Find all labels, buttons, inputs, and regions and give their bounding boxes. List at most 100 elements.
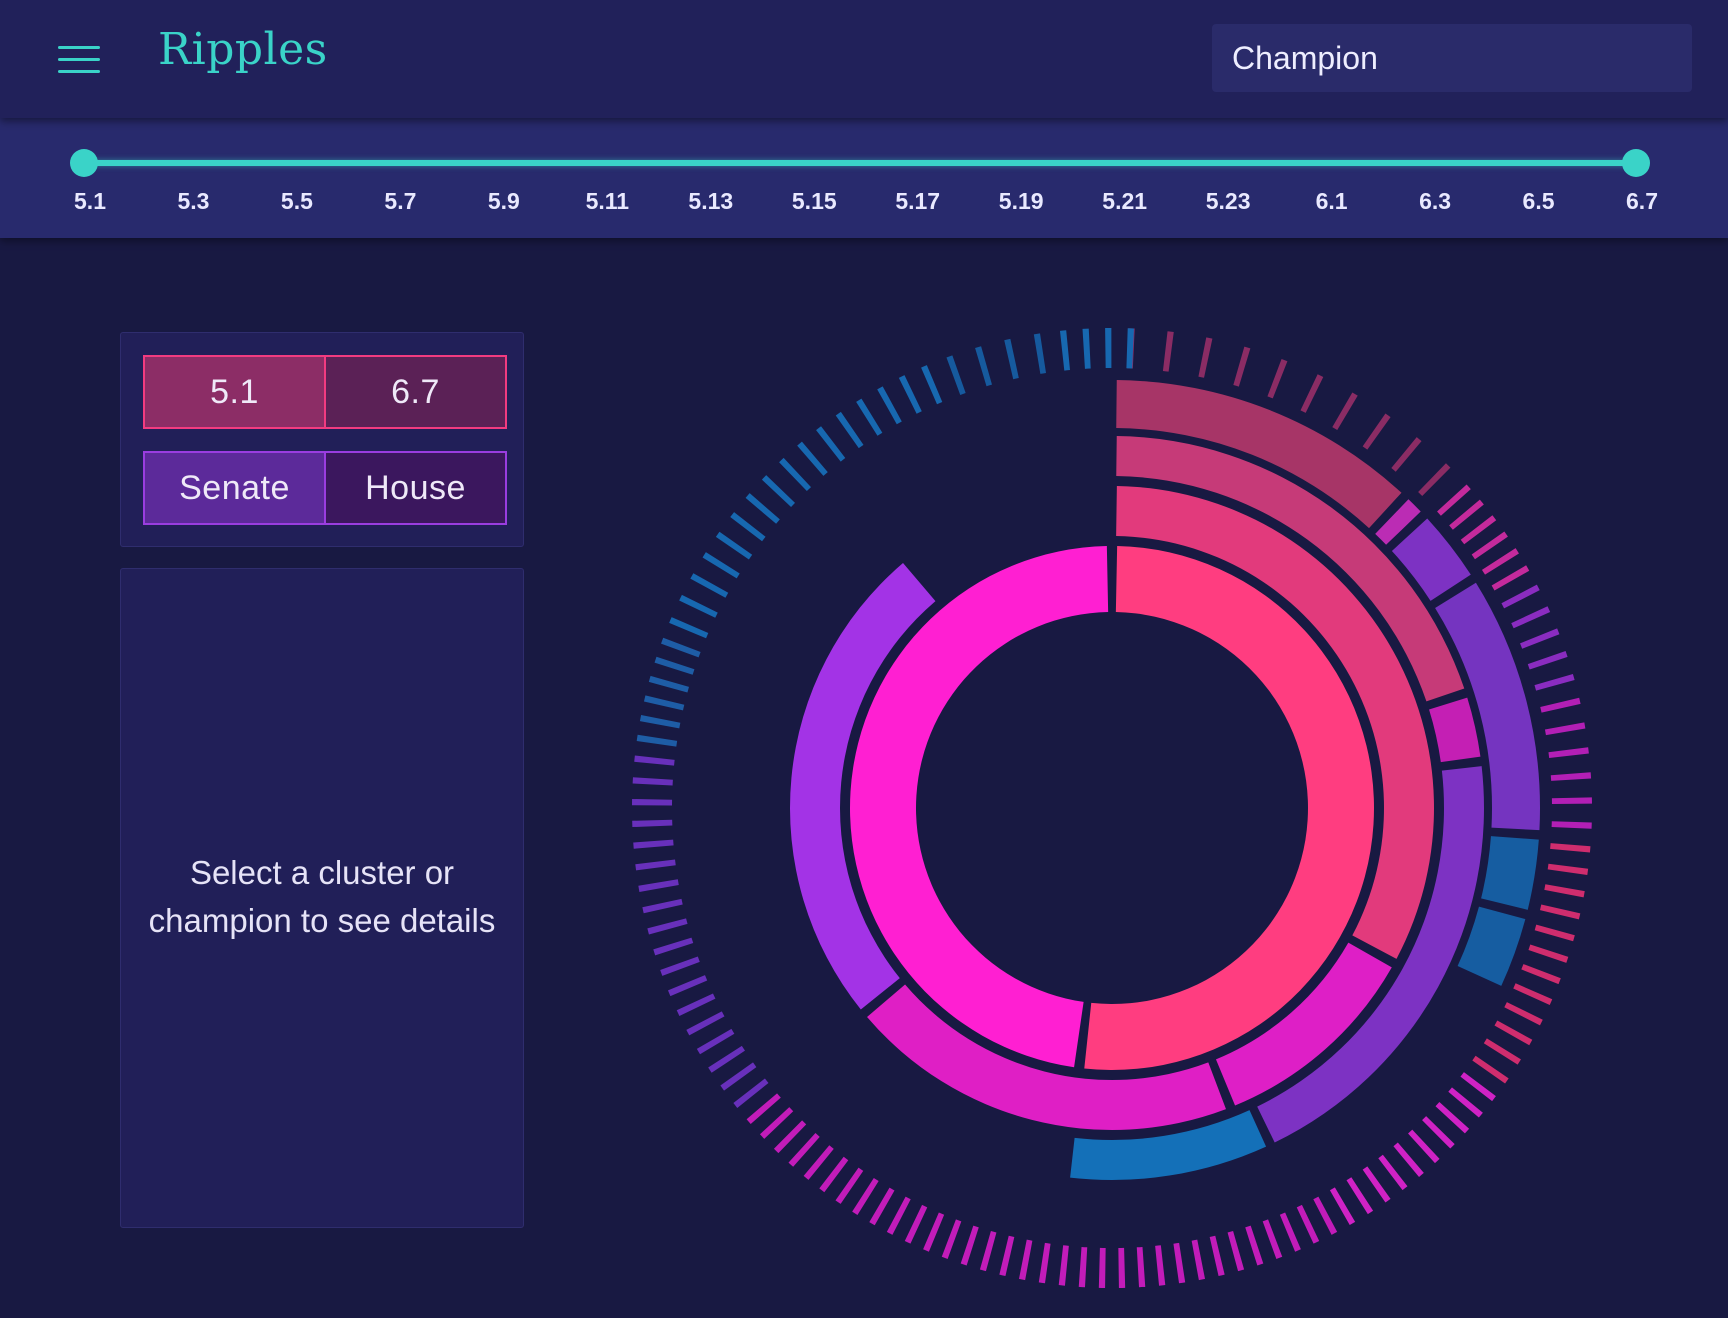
champion-bar[interactable] — [1550, 843, 1591, 853]
slider-track[interactable] — [84, 160, 1636, 166]
champion-bar[interactable] — [1391, 437, 1422, 472]
champion-bar[interactable] — [1437, 484, 1471, 516]
champion-bar[interactable] — [946, 355, 966, 395]
champion-bar[interactable] — [1435, 1101, 1470, 1134]
champion-bar[interactable] — [1173, 1242, 1186, 1284]
champion-bar[interactable] — [1313, 1196, 1338, 1235]
cluster-arc-level-4[interactable] — [1481, 836, 1539, 910]
champion-bar[interactable] — [852, 1177, 879, 1215]
champion-bar[interactable] — [835, 411, 864, 449]
champion-bar[interactable] — [690, 573, 729, 598]
champion-bar[interactable] — [1511, 606, 1551, 629]
champion-bar[interactable] — [1471, 531, 1508, 560]
champion-bar[interactable] — [1449, 499, 1484, 530]
champion-bar[interactable] — [654, 656, 695, 675]
champion-bar[interactable] — [643, 695, 685, 711]
champion-bar[interactable] — [877, 386, 902, 425]
champion-bar[interactable] — [661, 637, 701, 658]
champion-bar[interactable] — [1408, 1129, 1440, 1164]
champion-search-input[interactable] — [1212, 24, 1692, 92]
champion-bar[interactable] — [660, 956, 700, 976]
champion-bar[interactable] — [1539, 904, 1581, 920]
champion-bar[interactable] — [1082, 328, 1091, 369]
champion-bar[interactable] — [633, 839, 674, 849]
cluster-arc-level-4[interactable] — [1457, 906, 1526, 986]
champion-bar[interactable] — [648, 675, 689, 693]
champion-bar[interactable] — [1544, 722, 1586, 736]
champion-bar[interactable] — [1162, 331, 1174, 372]
champion-bar[interactable] — [797, 441, 828, 476]
champion-bar[interactable] — [730, 512, 766, 542]
champion-bar[interactable] — [632, 819, 673, 828]
champion-bar[interactable] — [1058, 1245, 1069, 1286]
champion-bar[interactable] — [819, 1156, 849, 1193]
champion-bar[interactable] — [773, 1120, 807, 1154]
champion-bar[interactable] — [1548, 747, 1589, 758]
champion-bar[interactable] — [696, 1028, 735, 1055]
champion-bar[interactable] — [1233, 346, 1251, 387]
champion-bar[interactable] — [702, 552, 740, 579]
champion-bar[interactable] — [746, 1093, 781, 1125]
champion-bar[interactable] — [886, 1196, 911, 1235]
champion-bar[interactable] — [803, 1145, 834, 1180]
champion-bar[interactable] — [1521, 964, 1561, 985]
champion-bar[interactable] — [1460, 1072, 1496, 1102]
champion-bar[interactable] — [1551, 797, 1592, 804]
champion-bar[interactable] — [1033, 333, 1047, 374]
champion-bar[interactable] — [639, 714, 681, 729]
champion-bar[interactable] — [1491, 565, 1530, 591]
champion-bar[interactable] — [1300, 374, 1324, 413]
champion-bar[interactable] — [1422, 1116, 1455, 1149]
champion-bar[interactable] — [1460, 515, 1497, 545]
champion-bar[interactable] — [1098, 1247, 1106, 1288]
champion-bar[interactable] — [1296, 1204, 1320, 1244]
champion-bar[interactable] — [1472, 1055, 1509, 1084]
champion-bar[interactable] — [1118, 1247, 1126, 1288]
champion-bar[interactable] — [1527, 650, 1568, 670]
champion-bar[interactable] — [1528, 944, 1569, 963]
champion-bar[interactable] — [1191, 1239, 1206, 1281]
champion-bar[interactable] — [1540, 697, 1581, 713]
champion-bar[interactable] — [1262, 1219, 1283, 1259]
champion-bar[interactable] — [647, 918, 688, 935]
champion-bar[interactable] — [921, 365, 943, 405]
champion-bar[interactable] — [759, 1107, 794, 1139]
champion-bar[interactable] — [1362, 413, 1391, 450]
champion-bar[interactable] — [632, 799, 673, 806]
slider-start-handle[interactable] — [70, 149, 98, 177]
champion-bar[interactable] — [1378, 1154, 1408, 1191]
champion-bar[interactable] — [1329, 1187, 1356, 1225]
champion-bar[interactable] — [642, 898, 683, 914]
champion-bar[interactable] — [635, 859, 676, 871]
champion-bar[interactable] — [1501, 584, 1540, 609]
champion-bar[interactable] — [1332, 392, 1358, 431]
champion-bar[interactable] — [779, 457, 812, 492]
champion-bar[interactable] — [1155, 1245, 1166, 1286]
champion-bar[interactable] — [1481, 548, 1519, 575]
champion-bar[interactable] — [1245, 1225, 1264, 1266]
champion-bar[interactable] — [708, 1045, 745, 1073]
champion-bar[interactable] — [653, 937, 694, 956]
champion-bar[interactable] — [638, 879, 679, 892]
champion-bar[interactable] — [923, 1212, 945, 1252]
champion-bar[interactable] — [715, 531, 753, 560]
champion-bar[interactable] — [1004, 338, 1019, 380]
champion-bar[interactable] — [1078, 1246, 1088, 1288]
champion-bar[interactable] — [941, 1219, 962, 1259]
champion-bar[interactable] — [1279, 1212, 1301, 1252]
champion-bar[interactable] — [1209, 1235, 1225, 1277]
champion-bar[interactable] — [1418, 463, 1451, 496]
champion-bar[interactable] — [1346, 1177, 1374, 1215]
champion-bar[interactable] — [869, 1187, 895, 1226]
champion-bar[interactable] — [1198, 337, 1213, 378]
champion-bar[interactable] — [1494, 1020, 1533, 1046]
champion-bar[interactable] — [636, 734, 678, 747]
slider-end-handle[interactable] — [1622, 149, 1650, 177]
champion-bar[interactable] — [1534, 924, 1575, 942]
champion-bar[interactable] — [904, 1204, 928, 1244]
champion-bar[interactable] — [1393, 1142, 1424, 1177]
champion-bar[interactable] — [669, 617, 709, 639]
champion-bar[interactable] — [1550, 772, 1592, 781]
champion-bar[interactable] — [1448, 1087, 1483, 1118]
champion-bar[interactable] — [1105, 328, 1112, 369]
